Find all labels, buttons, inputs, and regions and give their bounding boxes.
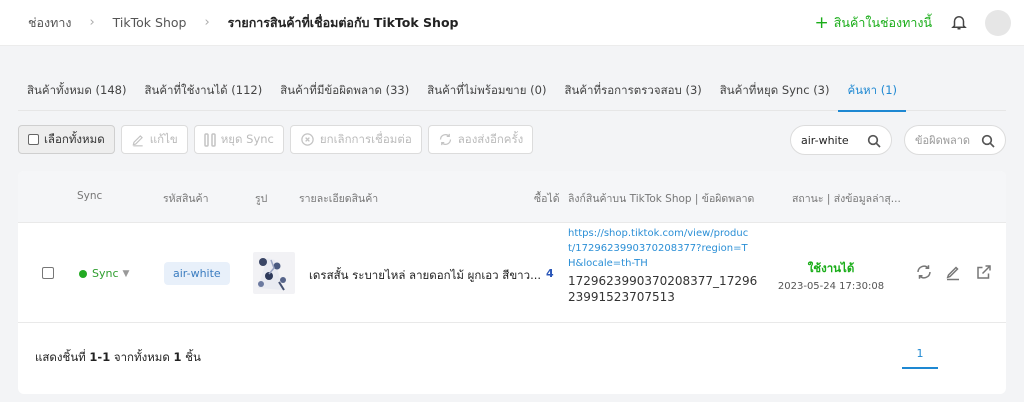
pencil-icon[interactable] [944,263,962,281]
unlink-button[interactable]: ยกเลิกการเชื่อมต่อ [289,125,422,154]
row-checkbox[interactable] [42,267,54,279]
close-circle-icon [300,132,315,147]
tab-sync-stopped[interactable]: สินค้าที่หยุด Sync (3) [711,78,839,111]
error-search-box [904,125,1006,155]
product-table: Sync รหัสสินค้า รูป รายละเอียดสินค้า ซื้… [18,171,1006,394]
page-1-button[interactable]: 1 [902,341,938,369]
external-link-icon[interactable] [975,263,993,281]
checkbox-icon [28,134,39,145]
tab-pending-review[interactable]: สินค้าที่รอการตรวจสอบ (3) [555,78,710,111]
pagination-summary: แสดงชิ้นที่ 1-1 จากทั้งหมด 1 ชิ้น [35,350,201,364]
column-link: ลิงก์สินค้าบน TikTok Shop | ข้อผิดพลาด [568,193,755,205]
link-cell: https://shop.tiktok.com/view/product/172… [568,226,758,305]
last-sent-timestamp: 2023-05-24 17:30:08 [777,281,885,292]
breadcrumb-channels[interactable]: ช่องทาง [28,13,71,33]
tab-search[interactable]: ค้นหา (1) [838,78,906,112]
table-row: Sync ▼ air-white เดรสสั้น ระบายไหล่ ลายด… [18,223,1006,323]
product-description[interactable]: เดรสสั้น ระบายไหล่ ลายดอกไม้ ผูกเอว สีขา… [309,267,541,285]
search-icon[interactable] [866,133,882,149]
product-ids: 1729623990370208377_1729623991523707513 [568,274,758,304]
column-sync: Sync [77,190,103,202]
retry-label: ลองส่งอีกครั้ง [457,131,524,146]
retry-button[interactable]: ลองส่งอีกครั้ง [427,125,534,154]
breadcrumb: ช่องทาง › TikTok Shop › รายการสินค้าที่เ… [0,0,458,46]
stop-sync-label: หยุด Sync [220,131,274,146]
tab-active[interactable]: สินค้าที่ใช้งานได้ (112) [135,78,271,111]
status-badge: ใช้งานได้ [807,261,855,275]
status-tabs: สินค้าทั้งหมด (148) สินค้าที่ใช้งานได้ (… [18,78,1006,112]
pause-icon [203,132,216,147]
bulk-action-toolbar: เลือกทั้งหมด แก้ไข หยุด Sync ยกเลิกการเช… [18,125,539,154]
unlink-label: ยกเลิกการเชื่อมต่อ [319,131,412,146]
available-quantity: 4 [546,267,554,280]
refresh-icon[interactable] [915,263,933,281]
sync-label: Sync [92,267,119,280]
select-all-label: เลือกทั้งหมด [44,131,105,146]
column-image: รูป [255,193,268,205]
bell-icon[interactable] [950,13,968,31]
search-icon[interactable] [980,133,996,149]
tab-not-ready[interactable]: สินค้าที่ไม่พร้อมขาย (0) [418,78,555,111]
column-status: สถานะ | ส่งข้อมูลล่าสุ... [792,193,901,205]
caret-down-icon: ▼ [122,268,130,279]
add-product-label: สินค้าในช่องทางนี้ [833,15,932,30]
sync-status-dropdown[interactable]: Sync ▼ [79,267,129,280]
breadcrumb-tiktok-shop[interactable]: TikTok Shop [113,15,187,30]
plus-icon: + [814,12,829,33]
add-product-button[interactable]: + สินค้าในช่องทางนี้ [815,13,932,33]
page-title: รายการสินค้าที่เชื่อมต่อกับ TikTok Shop [227,14,459,30]
product-thumbnail[interactable] [253,252,295,294]
top-bar: ช่องทาง › TikTok Shop › รายการสินค้าที่เ… [0,0,1024,46]
tab-all[interactable]: สินค้าทั้งหมด (148) [18,78,135,111]
edit-button[interactable]: แก้ไข [120,125,188,154]
sync-dot-icon [79,269,87,278]
select-all-button[interactable]: เลือกทั้งหมด [18,125,115,154]
avatar[interactable] [985,10,1011,36]
sku-badge: air-white [164,262,230,285]
chevron-right-icon: › [204,15,210,30]
refresh-icon [438,132,453,147]
chevron-right-icon: › [89,15,95,30]
table-header: Sync รหัสสินค้า รูป รายละเอียดสินค้า ซื้… [18,171,1006,223]
column-description: รายละเอียดสินค้า [299,193,379,205]
status-cell: ใช้งานได้ 2023-05-24 17:30:08 [776,260,886,292]
product-search-box [790,125,892,155]
tab-error[interactable]: สินค้าที่มีข้อผิดพลาด (33) [271,78,418,111]
pencil-icon [131,133,145,147]
column-available: ซื้อได้ [534,193,560,205]
column-sku: รหัสสินค้า [163,193,209,205]
edit-label: แก้ไข [149,131,178,146]
tiktok-product-link[interactable]: https://shop.tiktok.com/view/product/172… [568,226,750,271]
stop-sync-button[interactable]: หยุด Sync [193,125,284,154]
